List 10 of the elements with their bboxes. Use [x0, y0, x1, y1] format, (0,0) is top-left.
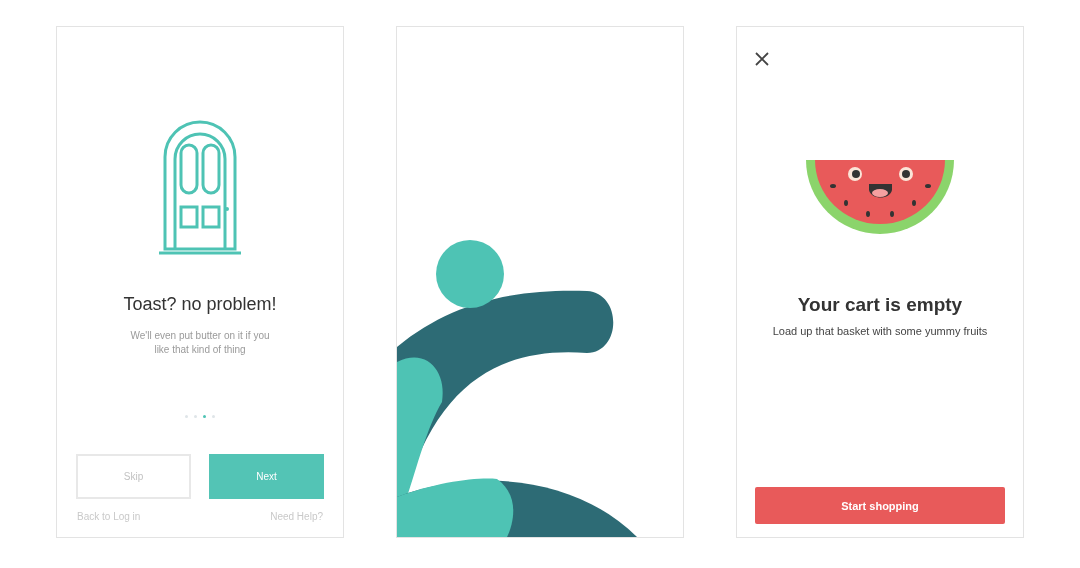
close-icon — [754, 51, 770, 67]
close-button[interactable] — [754, 51, 770, 67]
start-shopping-button[interactable]: Start shopping — [755, 487, 1005, 524]
empty-cart-title: Your cart is empty — [797, 294, 963, 316]
onboarding-title: Toast? no problem! — [123, 294, 277, 315]
skip-button[interactable]: Skip — [76, 454, 191, 499]
next-button[interactable]: Next — [209, 454, 324, 499]
onboarding-subtitle: We'll even put butter on it if you like that kind of thing — [130, 329, 270, 357]
page-indicator-dot[interactable] — [203, 415, 206, 418]
empty-cart-subtitle: Load up that basket with some yummy fruits — [772, 325, 988, 337]
